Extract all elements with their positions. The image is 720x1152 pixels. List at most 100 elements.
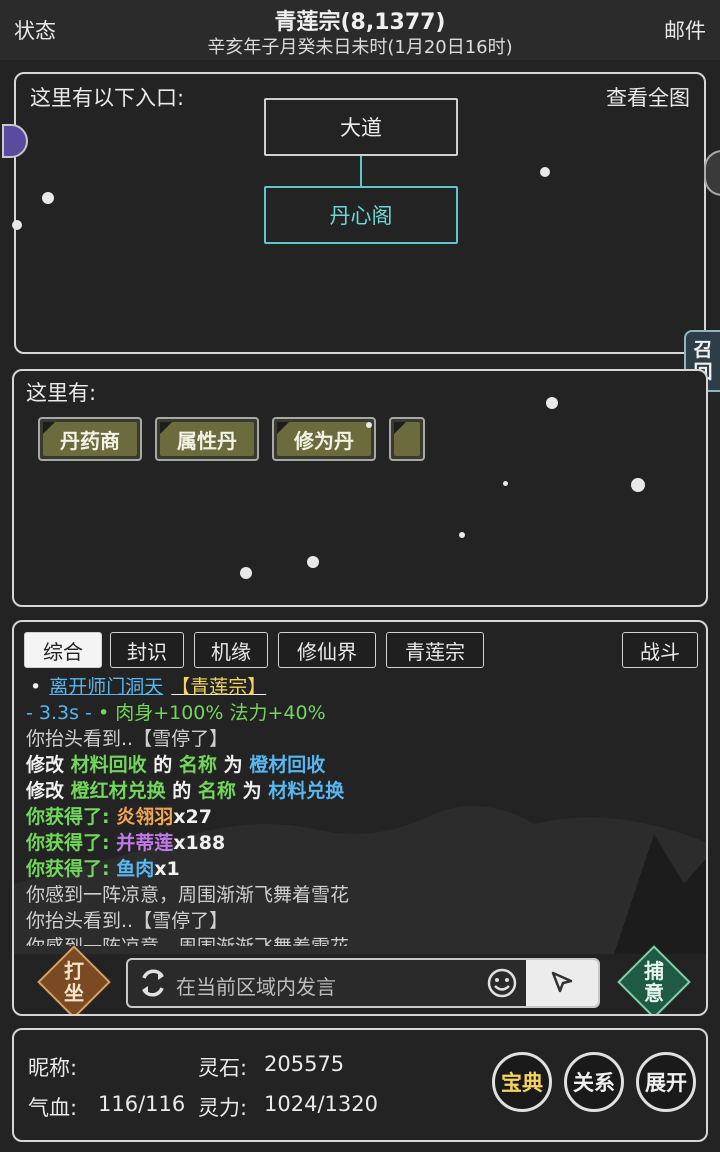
tab-battle[interactable]: 战斗 xyxy=(622,632,698,668)
log-line: 你获得了: 炎翎羽x27 xyxy=(26,804,698,830)
npc-button[interactable]: 修为丹 xyxy=(272,417,376,461)
log-buff: • 肉身+100% 法力+40% xyxy=(97,702,326,724)
log-text: 修改 xyxy=(26,754,65,776)
log-text: 的 xyxy=(172,780,192,802)
snowflake xyxy=(631,478,645,492)
corner-mark-icon xyxy=(277,422,289,434)
log-count: x27 xyxy=(173,806,212,828)
hp-value: 116/116 xyxy=(98,1092,186,1116)
snowflake xyxy=(12,220,22,230)
snowflake xyxy=(459,532,465,538)
left-side-badge-icon[interactable] xyxy=(2,124,28,158)
log-item: 材料兑换 xyxy=(268,780,345,802)
meditate-text: 打坐 xyxy=(64,959,84,1005)
log-link[interactable]: 离开师门洞天 xyxy=(49,676,163,698)
log-text: 为 xyxy=(223,754,243,776)
log-item: 材料回收 xyxy=(70,754,147,776)
log-item: 并蒂莲 xyxy=(116,832,174,854)
emoji-icon[interactable] xyxy=(486,967,518,999)
entrances-label: 这里有以下入口: xyxy=(30,86,185,110)
log-line: 你抬头看到..【雪停了】 xyxy=(26,728,229,750)
mp-label: 灵力: xyxy=(198,1096,248,1120)
spirit-stone-value: 205575 xyxy=(264,1052,345,1076)
log-line: 你抬头看到..【雪停了】 xyxy=(26,910,229,932)
log-text: 修改 xyxy=(26,780,65,802)
log-text: 你获得了: xyxy=(26,832,110,854)
log-line: 你感到一阵凉意，周围渐渐飞舞着雪花 xyxy=(26,934,698,946)
top-bar: 状态 青莲宗(8,1377) 辛亥年子月癸未日未时(1月20日16时) 邮件 xyxy=(0,0,720,60)
npc-button[interactable]: 属性丹 xyxy=(155,417,259,461)
map-node-main-road[interactable]: 大道 xyxy=(264,98,458,156)
chat-input[interactable]: 在当前区域内发言 xyxy=(126,958,600,1008)
log-item: 名称 xyxy=(197,780,236,802)
bullet: • xyxy=(30,676,42,698)
log-text: 你获得了: xyxy=(26,806,110,828)
map-connector xyxy=(360,156,362,186)
log-place: 【青莲宗】 xyxy=(171,676,267,698)
capture-label: 捕意 xyxy=(624,960,684,1004)
relations-button[interactable]: 关系 xyxy=(564,1052,624,1112)
tab-sect[interactable]: 青莲宗 xyxy=(386,632,484,668)
message-log-panel: 综合 封识 机缘 修仙界 青莲宗 战斗 • 离开师门洞天 【青莲宗】 - 3.3s … xyxy=(12,620,708,1016)
mail-button[interactable]: 邮件 xyxy=(664,15,706,45)
log-item: 橙材回收 xyxy=(249,754,326,776)
npc-button[interactable] xyxy=(389,417,425,461)
chat-placeholder: 在当前区域内发言 xyxy=(176,975,336,999)
tab-seal[interactable]: 封识 xyxy=(110,632,184,668)
log-text: 你获得了: xyxy=(26,858,110,880)
meditate-label: 打坐 xyxy=(44,960,104,1004)
right-side-badge-icon[interactable] xyxy=(704,150,720,196)
log-line: - 3.3s - • 肉身+100% 法力+40% xyxy=(26,700,698,726)
snowflake xyxy=(540,167,550,177)
log-line: 你获得了: 鱼肉x1 xyxy=(26,856,698,882)
snowflake xyxy=(366,422,372,428)
tab-general[interactable]: 综合 xyxy=(24,632,102,668)
tab-cultivation-world[interactable]: 修仙界 xyxy=(278,632,376,668)
nickname-label: 昵称: xyxy=(28,1056,78,1080)
npc-label: 丹药商 xyxy=(60,428,120,453)
corner-mark-icon xyxy=(160,422,172,434)
log-count: x188 xyxy=(173,832,226,854)
log-line: 修改 橙红材兑换 的 名称 为 材料兑换 xyxy=(26,778,698,804)
send-button[interactable] xyxy=(526,960,598,1006)
log-line: 你获得了: 并蒂莲x188 xyxy=(26,830,698,856)
map-panel: 这里有以下入口: 查看全图 大道 丹心阁 xyxy=(2,72,706,354)
mp-value: 1024/1320 xyxy=(264,1092,378,1116)
capture-text: 捕意 xyxy=(644,959,664,1005)
player-stats-panel: 昵称: 灵石: 205575 气血: 116/116 灵力: 1024/1320… xyxy=(12,1028,708,1142)
log-item: 名称 xyxy=(178,754,217,776)
snowflake xyxy=(240,567,252,579)
npc-button[interactable]: 丹药商 xyxy=(38,417,142,461)
here-panel: 这里有: 丹药商 属性丹 修为丹 xyxy=(12,369,708,607)
log-item: 炎翎羽 xyxy=(116,806,174,828)
log-line: 修改 材料回收 的 名称 为 橙材回收 xyxy=(26,752,698,778)
log-count: x1 xyxy=(154,858,180,880)
snowflake xyxy=(42,192,54,204)
snowflake xyxy=(503,481,508,486)
log-item: 鱼肉 xyxy=(116,858,155,880)
view-full-map-button[interactable]: 查看全图 xyxy=(606,82,690,112)
location-title: 青莲宗(8,1377) xyxy=(274,10,446,35)
log-text: 的 xyxy=(153,754,173,776)
expand-button[interactable]: 展开 xyxy=(636,1052,696,1112)
log-line: 你感到一阵凉意，周围渐渐飞舞着雪花 xyxy=(26,884,350,906)
log-time: - 3.3s - xyxy=(26,702,92,724)
log-text: 为 xyxy=(242,780,262,802)
switch-channel-icon[interactable] xyxy=(136,966,170,1000)
tab-opportunity[interactable]: 机缘 xyxy=(194,632,268,668)
snowflake xyxy=(546,397,558,409)
corner-mark-icon xyxy=(43,422,55,434)
here-label: 这里有: xyxy=(26,381,97,405)
snowflake xyxy=(307,556,319,568)
log-lines: • 离开师门洞天 【青莲宗】 - 3.3s - • 肉身+100% 法力+40% 你… xyxy=(26,674,698,946)
cursor-send-icon xyxy=(551,971,573,993)
hp-label: 气血: xyxy=(28,1096,78,1120)
spirit-stone-label: 灵石: xyxy=(198,1056,248,1080)
log-line: • 离开师门洞天 【青莲宗】 xyxy=(26,674,698,700)
npc-label: 属性丹 xyxy=(177,428,237,453)
game-date: 辛亥年子月癸未日未时(1月20日16时) xyxy=(207,37,513,58)
corner-mark-icon xyxy=(394,422,406,434)
log-item: 橙红材兑换 xyxy=(70,780,166,802)
map-node-current[interactable]: 丹心阁 xyxy=(264,186,458,244)
codex-button[interactable]: 宝典 xyxy=(492,1052,552,1112)
